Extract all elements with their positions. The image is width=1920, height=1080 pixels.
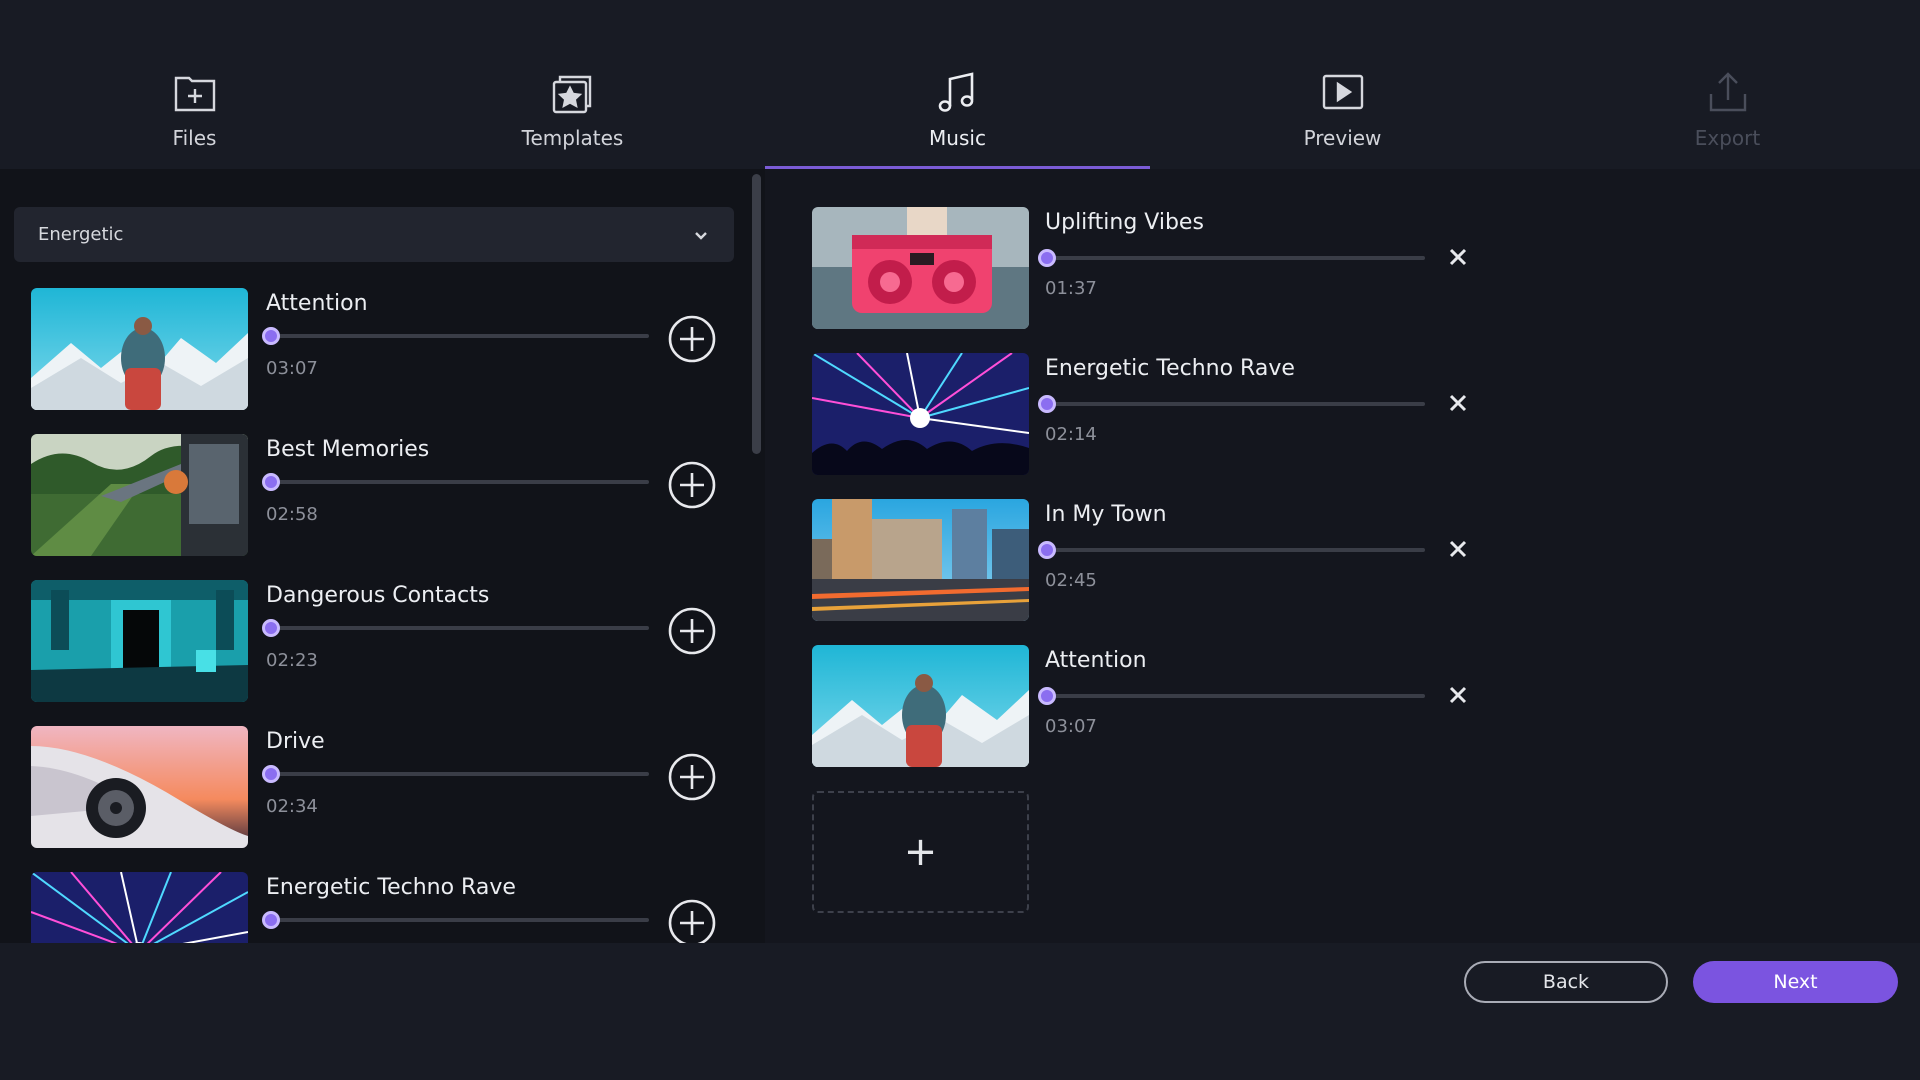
tab-files[interactable]: Files <box>2 70 387 169</box>
track-duration: 02:14 <box>1045 424 1097 445</box>
slider-knob[interactable] <box>262 619 280 637</box>
tab-export-label: Export <box>1694 126 1761 150</box>
genre-dropdown-value: Energetic <box>38 224 124 245</box>
genre-dropdown[interactable]: Energetic <box>14 207 734 262</box>
tab-templates-label: Templates <box>521 126 624 150</box>
track-progress-slider[interactable] <box>1038 249 1425 267</box>
add-track-button[interactable] <box>667 606 717 656</box>
track-duration: 01:37 <box>1045 278 1097 299</box>
slider-knob[interactable] <box>262 327 280 345</box>
track-thumbnail <box>812 207 1029 329</box>
track-title: In My Town <box>1045 502 1167 527</box>
selected-tracks-panel: Uplifting Vibes 01:37 Energetic Techno R… <box>766 169 1920 943</box>
slider-knob[interactable] <box>1038 541 1056 559</box>
chevron-down-icon <box>692 226 710 244</box>
library-item[interactable]: Best Memories 02:58 <box>31 434 731 556</box>
tab-export[interactable]: Export <box>1535 70 1920 169</box>
library-item[interactable]: Dangerous Contacts 02:23 <box>31 580 731 702</box>
template-star-icon <box>550 70 596 116</box>
music-note-icon <box>935 70 981 116</box>
library-item[interactable]: Attention 03:07 <box>31 288 731 410</box>
next-button[interactable]: Next <box>1693 961 1898 1003</box>
library-item[interactable]: Energetic Techno Rave <box>31 872 731 943</box>
tab-music[interactable]: Music <box>765 70 1150 169</box>
track-title: Drive <box>266 729 325 754</box>
track-duration: 02:45 <box>1045 570 1097 591</box>
track-title: Attention <box>1045 648 1147 673</box>
track-title: Attention <box>266 291 368 316</box>
add-track-button[interactable] <box>667 460 717 510</box>
footer-bar: Back Next <box>0 943 1920 1080</box>
track-duration: 02:58 <box>266 504 318 525</box>
selected-track-item[interactable]: Attention 03:07 <box>812 645 1472 767</box>
track-title: Energetic Techno Rave <box>1045 356 1295 381</box>
slider-knob[interactable] <box>262 911 280 929</box>
library-item[interactable]: Drive 02:34 <box>31 726 731 848</box>
music-library-panel: Energetic Attention 03:07 Best Memories … <box>0 169 765 943</box>
track-title: Uplifting Vibes <box>1045 210 1204 235</box>
tab-music-label: Music <box>929 126 986 150</box>
track-thumbnail <box>31 580 248 702</box>
track-progress-slider[interactable] <box>1038 395 1425 413</box>
track-progress-slider[interactable] <box>262 765 649 783</box>
track-thumbnail <box>812 499 1029 621</box>
track-thumbnail <box>812 645 1029 767</box>
upload-icon <box>1705 70 1751 116</box>
slider-knob[interactable] <box>1038 395 1056 413</box>
track-thumbnail <box>31 726 248 848</box>
slider-knob[interactable] <box>262 473 280 491</box>
track-progress-slider[interactable] <box>1038 687 1425 705</box>
track-progress-slider[interactable] <box>262 327 649 345</box>
track-thumbnail <box>31 434 248 556</box>
selected-track-item[interactable]: In My Town 02:45 <box>812 499 1472 621</box>
remove-track-button[interactable] <box>1447 392 1469 414</box>
slider-knob[interactable] <box>1038 249 1056 267</box>
add-music-slot[interactable]: + <box>812 791 1029 913</box>
slider-knob[interactable] <box>262 765 280 783</box>
slider-knob[interactable] <box>1038 687 1056 705</box>
remove-track-button[interactable] <box>1447 246 1469 268</box>
top-navigation: Files Templates Music Preview Export <box>0 0 1920 169</box>
track-duration: 03:07 <box>1045 716 1097 737</box>
file-add-icon <box>172 70 218 116</box>
track-thumbnail <box>31 872 248 943</box>
selected-track-item[interactable]: Energetic Techno Rave 02:14 <box>812 353 1472 475</box>
tab-preview-label: Preview <box>1303 126 1382 150</box>
remove-track-button[interactable] <box>1447 684 1469 706</box>
selected-track-item[interactable]: Uplifting Vibes 01:37 <box>812 207 1472 329</box>
track-title: Dangerous Contacts <box>266 583 490 608</box>
tab-preview[interactable]: Preview <box>1150 70 1535 169</box>
track-progress-slider[interactable] <box>262 473 649 491</box>
track-progress-slider[interactable] <box>262 911 649 929</box>
add-track-button[interactable] <box>667 314 717 364</box>
track-title: Best Memories <box>266 437 430 462</box>
track-progress-slider[interactable] <box>1038 541 1425 559</box>
track-duration: 02:23 <box>266 650 318 671</box>
add-track-button[interactable] <box>667 898 717 943</box>
add-track-button[interactable] <box>667 752 717 802</box>
track-thumbnail <box>31 288 248 410</box>
track-duration: 02:34 <box>266 796 318 817</box>
plus-icon: + <box>903 829 938 875</box>
library-scrollbar[interactable] <box>752 174 761 454</box>
play-icon <box>1320 70 1366 116</box>
remove-track-button[interactable] <box>1447 538 1469 560</box>
track-progress-slider[interactable] <box>262 619 649 637</box>
track-title: Energetic Techno Rave <box>266 875 516 900</box>
track-duration: 03:07 <box>266 358 318 379</box>
tab-files-label: Files <box>172 126 217 150</box>
tab-templates[interactable]: Templates <box>380 70 765 169</box>
back-button[interactable]: Back <box>1464 961 1668 1003</box>
track-thumbnail <box>812 353 1029 475</box>
